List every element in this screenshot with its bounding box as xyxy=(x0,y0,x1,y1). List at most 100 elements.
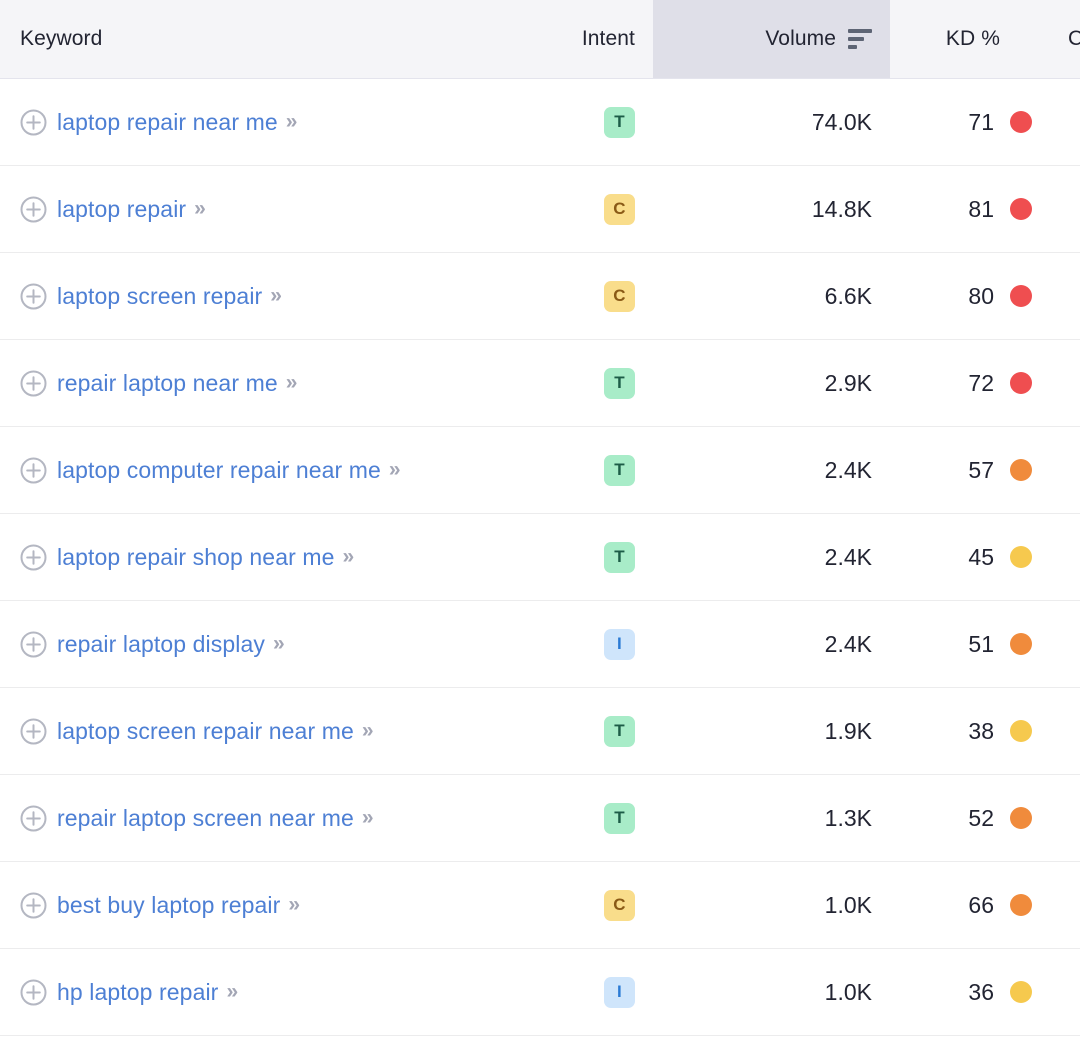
sort-descending-icon[interactable] xyxy=(848,29,872,49)
volume-value: 1.0K xyxy=(825,892,872,919)
keyword-link[interactable]: laptop repair shop near me xyxy=(57,544,335,571)
kd-value: 51 xyxy=(968,631,994,658)
volume-value: 14.8K xyxy=(812,196,872,223)
table-row[interactable]: laptop screen repair near me»T1.9K38 xyxy=(0,688,1080,775)
cell-volume: 6.6K xyxy=(653,253,890,339)
intent-badge[interactable]: T xyxy=(604,455,635,486)
column-header-kd[interactable]: KD % xyxy=(890,0,1056,78)
intent-badge[interactable]: C xyxy=(604,281,635,312)
plus-circle-icon[interactable] xyxy=(20,109,47,136)
plus-circle-icon[interactable] xyxy=(20,283,47,310)
keyword-link[interactable]: laptop computer repair near me xyxy=(57,457,381,484)
cell-volume: 14.8K xyxy=(653,166,890,252)
double-chevron-right-icon[interactable]: » xyxy=(194,197,204,221)
intent-badge[interactable]: I xyxy=(604,629,635,660)
table-body: laptop repair near me»T74.0K71laptop rep… xyxy=(0,79,1080,1036)
table-row[interactable]: repair laptop near me » T 2.9K 72 xyxy=(0,340,1080,427)
cell-intent: T xyxy=(480,79,635,165)
table-row[interactable]: best buy laptop repair»C1.0K66 xyxy=(0,862,1080,949)
cell-volume: 1.0K xyxy=(653,862,890,948)
intent-badge[interactable]: T xyxy=(604,542,635,573)
kd-difficulty-dot xyxy=(1010,633,1032,655)
keyword-link[interactable]: laptop repair xyxy=(57,196,186,223)
cell-volume: 2.4K xyxy=(653,514,890,600)
volume-value: 2.4K xyxy=(825,457,872,484)
keyword-link[interactable]: repair laptop display xyxy=(57,631,265,658)
kd-difficulty-dot xyxy=(1010,372,1032,394)
double-chevron-right-icon[interactable]: » xyxy=(288,893,298,917)
kd-value: 45 xyxy=(968,544,994,571)
intent-badge[interactable]: T xyxy=(604,716,635,747)
double-chevron-right-icon[interactable]: » xyxy=(389,458,399,482)
table-row[interactable]: repair laptop display » I 2.4K 51 xyxy=(0,601,1080,688)
intent-badge[interactable]: C xyxy=(604,194,635,225)
cell-intent: T xyxy=(480,775,635,861)
intent-badge[interactable]: T xyxy=(604,107,635,138)
volume-value: 6.6K xyxy=(825,283,872,310)
table-row[interactable]: laptop repair » C 14.8K 81 xyxy=(0,166,1080,253)
double-chevron-right-icon[interactable]: » xyxy=(362,719,372,743)
intent-badge[interactable]: C xyxy=(604,890,635,921)
keyword-link[interactable]: laptop screen repair xyxy=(57,283,262,310)
kd-difficulty-dot xyxy=(1010,894,1032,916)
table-row[interactable]: hp laptop repair»I1.0K36 xyxy=(0,949,1080,1036)
column-header-cpc-label: C xyxy=(1068,27,1080,51)
keyword-link[interactable]: repair laptop screen near me xyxy=(57,805,354,832)
double-chevron-right-icon[interactable]: » xyxy=(270,284,280,308)
double-chevron-right-icon[interactable]: » xyxy=(343,545,353,569)
plus-circle-icon[interactable] xyxy=(20,631,47,658)
plus-circle-icon[interactable] xyxy=(20,457,47,484)
keyword-link[interactable]: repair laptop near me xyxy=(57,370,278,397)
volume-value: 2.9K xyxy=(825,370,872,397)
cell-kd: 45 xyxy=(890,514,1056,600)
keyword-link[interactable]: laptop screen repair near me xyxy=(57,718,354,745)
kd-value: 72 xyxy=(968,370,994,397)
double-chevron-right-icon[interactable]: » xyxy=(286,371,296,395)
table-row[interactable]: laptop repair shop near me » T 2.4K 45 xyxy=(0,514,1080,601)
column-header-intent-label: Intent xyxy=(582,27,635,51)
cell-kd: 51 xyxy=(890,601,1056,687)
double-chevron-right-icon[interactable]: » xyxy=(273,632,283,656)
cell-intent: I xyxy=(480,949,635,1035)
table-row[interactable]: repair laptop screen near me»T1.3K52 xyxy=(0,775,1080,862)
volume-value: 74.0K xyxy=(812,109,872,136)
double-chevron-right-icon[interactable]: » xyxy=(362,806,372,830)
kd-value: 81 xyxy=(968,196,994,223)
volume-value: 1.3K xyxy=(825,805,872,832)
intent-badge[interactable]: I xyxy=(604,977,635,1008)
table-row[interactable]: laptop repair near me»T74.0K71 xyxy=(0,79,1080,166)
column-header-cpc[interactable]: C xyxy=(1068,0,1080,78)
plus-circle-icon[interactable] xyxy=(20,370,47,397)
table-row[interactable]: laptop screen repair»C6.6K80 xyxy=(0,253,1080,340)
column-header-intent[interactable]: Intent xyxy=(480,0,635,78)
double-chevron-right-icon[interactable]: » xyxy=(286,110,296,134)
column-header-keyword[interactable]: Keyword xyxy=(20,0,540,78)
column-header-keyword-label: Keyword xyxy=(20,27,102,51)
cell-kd: 57 xyxy=(890,427,1056,513)
kd-difficulty-dot xyxy=(1010,285,1032,307)
keyword-link[interactable]: best buy laptop repair xyxy=(57,892,280,919)
keyword-link[interactable]: hp laptop repair xyxy=(57,979,218,1006)
cell-intent: T xyxy=(480,514,635,600)
keyword-link[interactable]: laptop repair near me xyxy=(57,109,278,136)
cell-kd: 38 xyxy=(890,688,1056,774)
cell-intent: C xyxy=(480,166,635,252)
plus-circle-icon[interactable] xyxy=(20,892,47,919)
column-header-volume[interactable]: Volume xyxy=(653,0,890,78)
plus-circle-icon[interactable] xyxy=(20,196,47,223)
cell-intent: T xyxy=(480,340,635,426)
cell-volume: 2.9K xyxy=(653,340,890,426)
table-row[interactable]: laptop computer repair near me » T 2.4K 57 xyxy=(0,427,1080,514)
kd-difficulty-dot xyxy=(1010,111,1032,133)
double-chevron-right-icon[interactable]: » xyxy=(226,980,236,1004)
intent-badge[interactable]: T xyxy=(604,803,635,834)
cell-intent: T xyxy=(480,427,635,513)
intent-badge[interactable]: T xyxy=(604,368,635,399)
plus-circle-icon[interactable] xyxy=(20,979,47,1006)
kd-difficulty-dot xyxy=(1010,198,1032,220)
plus-circle-icon[interactable] xyxy=(20,544,47,571)
plus-circle-icon[interactable] xyxy=(20,718,47,745)
cell-volume: 2.4K xyxy=(653,601,890,687)
kd-difficulty-dot xyxy=(1010,720,1032,742)
plus-circle-icon[interactable] xyxy=(20,805,47,832)
